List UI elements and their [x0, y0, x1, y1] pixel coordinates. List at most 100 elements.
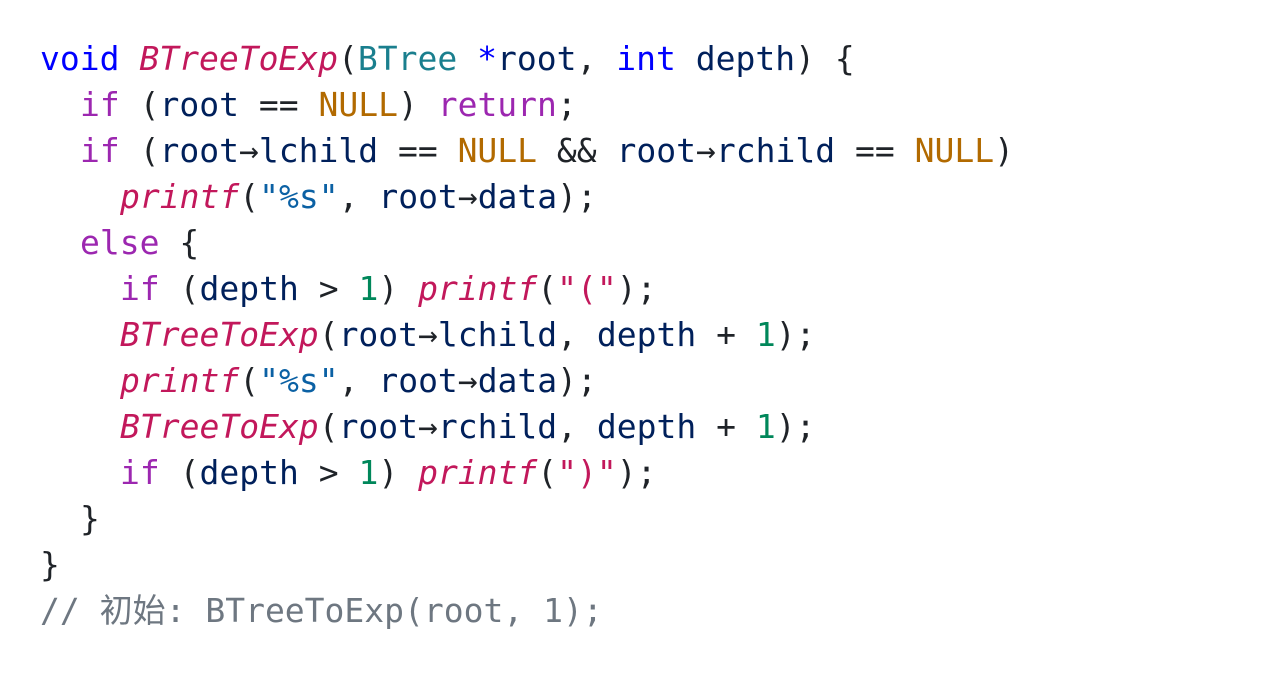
string-literal: " — [596, 453, 617, 492]
punctuation — [676, 39, 696, 78]
operator: + — [696, 407, 756, 446]
identifier: root — [378, 361, 458, 400]
code-block[interactable]: void BTreeToExp(BTree *root, int depth) … — [40, 36, 1014, 634]
operator: → — [238, 131, 259, 170]
code-comment: // 初始: BTreeToExp(root, 1); — [40, 591, 603, 630]
operator: + — [696, 315, 756, 354]
punctuation: ; — [556, 85, 577, 124]
punctuation: ( — [239, 177, 260, 216]
identifier: root — [616, 131, 697, 170]
punctuation: { — [159, 223, 200, 262]
control-keyword: else — [80, 223, 160, 262]
code-line: BTreeToExp(root→rchild, depth + 1); — [40, 404, 1014, 450]
identifier: depth — [596, 315, 697, 354]
punctuation: ) — [378, 269, 419, 308]
code-line: else { — [40, 220, 1014, 266]
punctuation: , — [338, 177, 379, 216]
punctuation: ) { — [795, 39, 855, 78]
operator: == — [835, 131, 915, 170]
code-line: } — [40, 496, 1014, 542]
function-name: BTreeToExp — [120, 407, 319, 446]
code-line: printf("%s", root→data); — [40, 358, 1014, 404]
identifier: rchild — [437, 407, 558, 446]
function-name: BTreeToExp — [139, 39, 339, 78]
control-keyword: return — [437, 85, 557, 124]
pointer-operator: * — [477, 39, 498, 78]
string-literal: " — [557, 269, 578, 308]
type-name: BTree — [357, 39, 458, 78]
function-name: printf — [418, 453, 538, 492]
code-line: if (depth > 1) printf("("); — [40, 266, 1014, 312]
control-keyword: if — [80, 131, 120, 170]
punctuation: } — [40, 545, 60, 584]
operator: → — [418, 407, 438, 446]
punctuation: ) — [397, 85, 438, 124]
code-line: if (root→lchild == NULL && root→rchild =… — [40, 128, 1014, 174]
type-keyword: int — [616, 39, 676, 78]
string-literal: "%s" — [259, 361, 339, 400]
punctuation: ); — [557, 177, 597, 216]
punctuation: ) — [994, 131, 1014, 170]
function-name: BTreeToExp — [120, 315, 319, 354]
identifier: root — [497, 39, 577, 78]
punctuation: ( — [318, 315, 339, 354]
number-literal: 1 — [755, 315, 776, 354]
punctuation — [457, 39, 477, 78]
identifier: data — [477, 177, 558, 216]
punctuation: ( — [119, 85, 160, 124]
punctuation: ( — [537, 269, 558, 308]
type-keyword: void — [40, 39, 120, 78]
punctuation: , — [557, 407, 597, 446]
code-line: BTreeToExp(root→lchild, depth + 1); — [40, 312, 1014, 358]
function-name: printf — [418, 269, 538, 308]
control-keyword: if — [120, 269, 160, 308]
code-line: void BTreeToExp(BTree *root, int depth) … — [40, 36, 1014, 82]
control-keyword: if — [80, 85, 120, 124]
identifier: root — [378, 177, 458, 216]
code-line: printf("%s", root→data); — [40, 174, 1014, 220]
operator: > — [298, 453, 359, 492]
number-literal: 1 — [755, 407, 776, 446]
punctuation: , — [576, 39, 617, 78]
null-constant: NULL — [914, 131, 995, 170]
identifier: root — [159, 131, 239, 170]
function-name: printf — [120, 361, 240, 400]
punctuation: , — [557, 315, 597, 354]
identifier: depth — [199, 269, 299, 308]
string-literal: " — [557, 453, 578, 492]
identifier: data — [477, 361, 558, 400]
operator: == — [238, 85, 319, 124]
punctuation: ); — [616, 269, 657, 308]
punctuation: ); — [616, 453, 657, 492]
string-literal: ( — [577, 269, 597, 308]
identifier: root — [338, 315, 419, 354]
null-constant: NULL — [457, 131, 538, 170]
punctuation — [119, 39, 139, 78]
control-keyword: if — [120, 453, 160, 492]
punctuation: ( — [119, 131, 160, 170]
operator: → — [418, 315, 438, 354]
identifier: rchild — [715, 131, 836, 170]
code-line: if (root == NULL) return; — [40, 82, 1014, 128]
punctuation: ( — [318, 407, 339, 446]
operator: && — [537, 131, 617, 170]
string-literal: "%s" — [259, 177, 339, 216]
identifier: depth — [199, 453, 299, 492]
operator: → — [457, 361, 478, 400]
punctuation: ); — [775, 315, 816, 354]
identifier: depth — [596, 407, 697, 446]
operator: → — [696, 131, 716, 170]
punctuation: ( — [159, 453, 200, 492]
code-line: if (depth > 1) printf(")"); — [40, 450, 1014, 496]
identifier: root — [338, 407, 419, 446]
code-line: // 初始: BTreeToExp(root, 1); — [40, 588, 1014, 634]
identifier: lchild — [258, 131, 379, 170]
string-literal: ) — [577, 453, 597, 492]
number-literal: 1 — [358, 269, 379, 308]
operator: > — [298, 269, 359, 308]
punctuation: ); — [557, 361, 597, 400]
punctuation: ( — [159, 269, 200, 308]
operator: == — [378, 131, 458, 170]
identifier: lchild — [437, 315, 558, 354]
function-name: printf — [120, 177, 240, 216]
